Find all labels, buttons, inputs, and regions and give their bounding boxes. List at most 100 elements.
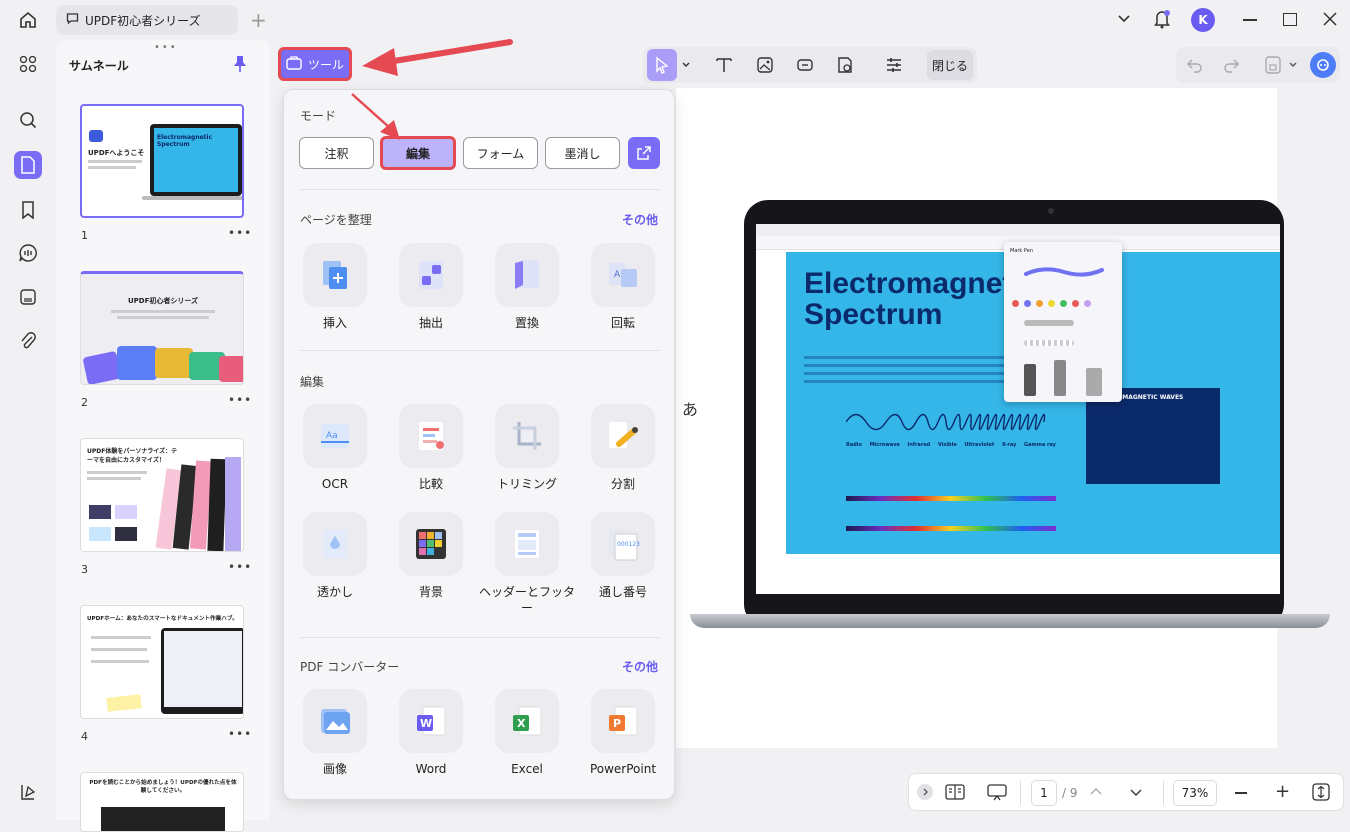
new-tab-icon[interactable]: + (250, 8, 267, 32)
arrow-annotation (350, 92, 410, 149)
attachment-icon[interactable] (14, 327, 42, 355)
open-external-icon[interactable] (628, 137, 660, 169)
pin-icon[interactable] (232, 55, 248, 76)
excel-file-icon: X (513, 706, 542, 736)
convert-image-tool[interactable] (303, 689, 367, 753)
ui-snippet (89, 527, 111, 541)
redo-icon[interactable] (1222, 56, 1240, 77)
convert-word-tool[interactable]: W (399, 689, 463, 753)
watermark-tool[interactable] (303, 512, 367, 576)
bates-number-tool[interactable]: 000123 (591, 512, 655, 576)
tools-button[interactable]: ツール (278, 47, 352, 81)
chevron-down-icon[interactable] (1288, 59, 1298, 73)
ai-chat-icon[interactable] (14, 239, 42, 267)
thumbnail-page-2[interactable]: UPDF初心者シリーズ (80, 271, 244, 385)
tools-label: ツール (307, 57, 344, 72)
more-icon[interactable]: ••• (228, 226, 252, 240)
redact-tool-icon[interactable] (830, 53, 860, 77)
insert-tool[interactable] (303, 243, 367, 307)
thumbnail-page-1[interactable]: UPDFへようこそ Electromagnetic Spectrum (80, 104, 244, 218)
insert-label: 挿入 (322, 316, 347, 330)
search-icon[interactable] (14, 106, 42, 134)
insert-icon (323, 261, 347, 289)
image-tool-icon[interactable] (750, 53, 780, 77)
mode-redact-button[interactable]: 墨消し (545, 137, 620, 169)
link-tool-icon[interactable] (790, 53, 820, 77)
convert-excel-tool[interactable]: X (495, 689, 559, 753)
close-icon[interactable] (1322, 11, 1338, 30)
more-icon[interactable]: ••• (228, 393, 252, 407)
screen-content: Electromagnetic Spectrum (154, 128, 238, 192)
close-edit-button[interactable]: 閉じる (927, 50, 973, 80)
arrow-annotation (352, 36, 522, 83)
watermark-icon (323, 530, 347, 558)
organize-more-link[interactable]: その他 (622, 211, 658, 228)
crop-tool[interactable] (495, 404, 559, 468)
maximize-icon[interactable] (1283, 13, 1297, 26)
rotate-tool[interactable]: A (591, 243, 655, 307)
chevron-down-icon[interactable] (681, 59, 691, 73)
more-icon[interactable]: ••• (228, 560, 252, 574)
crop-icon (513, 422, 541, 450)
document-page[interactable]: Electromagnetic Spectrum Radio Microwave… (676, 88, 1330, 748)
text-line (87, 477, 141, 480)
bookmark-icon[interactable] (14, 196, 42, 224)
thickness-slider (1024, 320, 1074, 326)
mark-pen-label: Mark Pen (1010, 248, 1034, 254)
zoom-in-icon[interactable]: + (1275, 783, 1290, 801)
ocr-tool[interactable]: Aa (303, 404, 367, 468)
drag-handle[interactable]: ••• (154, 42, 178, 53)
select-tool-icon[interactable] (647, 49, 677, 81)
divider (300, 637, 660, 638)
extract-tool[interactable] (399, 243, 463, 307)
document-tab[interactable]: UPDF初心者シリーズ (56, 5, 238, 35)
page-layout-icon[interactable] (945, 783, 965, 804)
text-tool-icon[interactable] (709, 53, 739, 77)
band-label: X-ray (1001, 442, 1017, 448)
convert-image-label: 画像 (322, 762, 347, 776)
page-input[interactable]: 1 (1031, 780, 1057, 806)
laptop-screen: Electromagnetic Spectrum Radio Microwave… (756, 224, 1280, 594)
adjust-icon[interactable] (879, 53, 909, 77)
chevron-up-icon[interactable] (1089, 785, 1103, 802)
converter-more-link[interactable]: その他 (622, 658, 658, 675)
left-rail (0, 40, 56, 820)
thumbnail-page-3[interactable]: UPDF体験をパーソナライズ：テーマを自由にカスタマイズ！ (80, 438, 244, 552)
thumb-heading: UPDF体験をパーソナライズ：テーマを自由にカスタマイズ！ (87, 448, 178, 464)
svg-text:W: W (420, 717, 432, 730)
split-tool[interactable] (591, 404, 655, 468)
collapse-icon[interactable] (917, 784, 933, 800)
background-tool[interactable] (399, 512, 463, 576)
replace-tool[interactable] (495, 243, 559, 307)
stroke-preview (1024, 264, 1104, 283)
chevron-down-icon[interactable] (1116, 10, 1132, 29)
thumbnails-icon[interactable] (14, 151, 42, 179)
bell-icon[interactable] (1152, 8, 1172, 33)
mode-form-button[interactable]: フォーム (463, 137, 538, 169)
fit-page-icon[interactable] (1312, 783, 1330, 804)
ai-assistant-icon[interactable] (1310, 52, 1336, 78)
chevron-down-icon[interactable] (1129, 785, 1143, 802)
apps-icon[interactable] (14, 50, 42, 78)
spectrum-title: Electromagnetic Spectrum (804, 268, 1024, 331)
convert-powerpoint-tool[interactable]: P (591, 689, 655, 753)
thumbnail-page-4[interactable]: UPDFホーム：あなたのスマートなドキュメント作業ハブ。 (80, 605, 244, 719)
avatar[interactable]: K (1191, 8, 1215, 32)
zoom-out-icon[interactable] (1235, 792, 1247, 794)
presentation-icon[interactable] (987, 783, 1007, 804)
header-footer-tool[interactable] (495, 512, 559, 576)
compare-tool[interactable] (399, 404, 463, 468)
thumbnail-page-5[interactable]: PDFを読むことから始めましょう！UPDFの優れた点を体験してください。 (80, 772, 244, 832)
text-line (111, 310, 215, 313)
bates-number-icon: 000123 (609, 530, 640, 561)
text-line (117, 316, 209, 319)
minimize-icon[interactable] (1243, 19, 1257, 21)
save-icon[interactable] (1264, 55, 1282, 78)
more-icon[interactable]: ••• (228, 727, 252, 741)
home-icon[interactable] (14, 8, 42, 32)
stamp-icon[interactable] (14, 283, 42, 311)
undo-icon[interactable] (1186, 56, 1204, 77)
spectrum-page: Electromagnetic Spectrum Radio Microwave… (786, 242, 1280, 554)
zoom-input[interactable]: 73% (1173, 780, 1217, 806)
layers-icon[interactable] (14, 778, 42, 806)
